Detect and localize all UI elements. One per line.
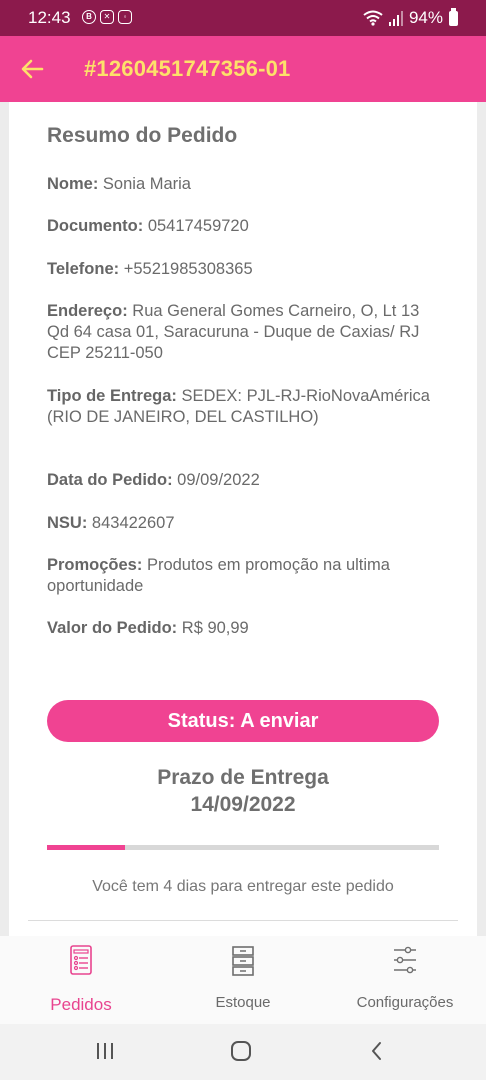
nav-item-configuracoes[interactable]: Configurações — [324, 936, 486, 1024]
field-label: Data do Pedido: — [47, 471, 173, 489]
field-valor-pedido: Valor do Pedido: R$ 90,99 — [47, 618, 439, 639]
field-data-pedido: Data do Pedido: 09/09/2022 — [47, 470, 439, 491]
wifi-icon — [363, 10, 383, 26]
settings-sliders-icon — [394, 946, 416, 974]
nav-label-estoque: Estoque — [215, 994, 271, 1011]
arrow-left-icon — [21, 59, 44, 79]
field-label: Tipo de Entrega: — [47, 387, 177, 405]
field-value: Sonia Maria — [98, 175, 191, 193]
b-notification-icon: B — [82, 10, 96, 24]
order-content[interactable]: Resumo do Pedido Nome: Sonia Maria Docum… — [0, 102, 486, 936]
field-label: Telefone: — [47, 260, 120, 278]
field-documento: Documento: 05417459720 — [47, 216, 439, 237]
nav-label-configuracoes: Configurações — [356, 994, 454, 1011]
delivery-progress-fill — [47, 845, 126, 850]
field-label: Documento: — [47, 217, 144, 235]
battery-icon — [449, 7, 458, 26]
field-value: +5521985308365 — [119, 260, 253, 278]
inventory-drawers-icon — [232, 946, 254, 976]
field-promocoes: Promoções: Produtos em promoção na ultim… — [47, 555, 439, 597]
back-nav-icon[interactable] — [366, 1040, 388, 1062]
field-label: Endereço: — [47, 302, 128, 320]
order-number-title: #1260451747356-01 — [84, 56, 291, 81]
field-value: R$ 90,99 — [177, 619, 249, 637]
recent-apps-icon[interactable] — [94, 1040, 116, 1062]
divider — [28, 920, 458, 921]
field-value: 05417459720 — [143, 217, 249, 235]
field-label: Nome: — [47, 175, 99, 193]
nav-item-pedidos[interactable]: Pedidos — [0, 936, 162, 1024]
status-time: 12:43 — [28, 8, 71, 27]
system-navigation-bar — [0, 1024, 486, 1080]
instagram-notification-icon: ◦ — [118, 10, 132, 24]
signal-icon — [388, 10, 403, 26]
field-value: 843422607 — [87, 514, 175, 532]
field-tipo-entrega: Tipo de Entrega: SEDEX: PJL-RJ-RioNovaAm… — [47, 386, 439, 428]
field-label: NSU: — [47, 514, 88, 532]
battery-percent: 94% — [408, 8, 443, 27]
order-summary-card: Resumo do Pedido Nome: Sonia Maria Docum… — [9, 102, 477, 936]
field-telefone: Telefone: +5521985308365 — [47, 259, 439, 280]
delivery-deadline: Prazo de Entrega 14/09/2022 — [47, 764, 439, 818]
home-icon[interactable] — [230, 1040, 252, 1062]
nav-label-pedidos: Pedidos — [50, 995, 112, 1014]
delivery-progress-bar — [47, 845, 439, 850]
status-bar: 12:43 B ✕ ◦ 94% — [0, 0, 486, 36]
field-nsu: NSU: 843422607 — [47, 513, 439, 534]
field-label: Valor do Pedido: — [47, 619, 178, 637]
delivery-deadline-date: 14/09/2022 — [190, 793, 296, 816]
orders-list-icon — [70, 945, 92, 975]
field-nome: Nome: Sonia Maria — [47, 174, 439, 195]
days-remaining-message: Você tem 4 dias para entregar este pedid… — [92, 878, 394, 895]
summary-title: Resumo do Pedido — [47, 124, 238, 147]
back-button[interactable] — [18, 54, 48, 84]
field-endereco: Endereço: Rua General Gomes Carneiro, O,… — [47, 301, 439, 364]
field-value: 09/09/2022 — [172, 471, 260, 489]
status-button[interactable]: Status: A enviar — [47, 700, 439, 742]
delivery-deadline-title: Prazo de Entrega — [157, 766, 329, 789]
field-label: Promoções: — [47, 556, 143, 574]
bottom-navigation: Pedidos Estoque Configurações — [0, 936, 486, 1024]
notification-icons: B ✕ ◦ — [82, 10, 132, 24]
mail-notification-icon: ✕ — [100, 10, 114, 24]
nav-item-estoque[interactable]: Estoque — [162, 936, 324, 1024]
app-bar: #1260451747356-01 — [0, 36, 486, 102]
